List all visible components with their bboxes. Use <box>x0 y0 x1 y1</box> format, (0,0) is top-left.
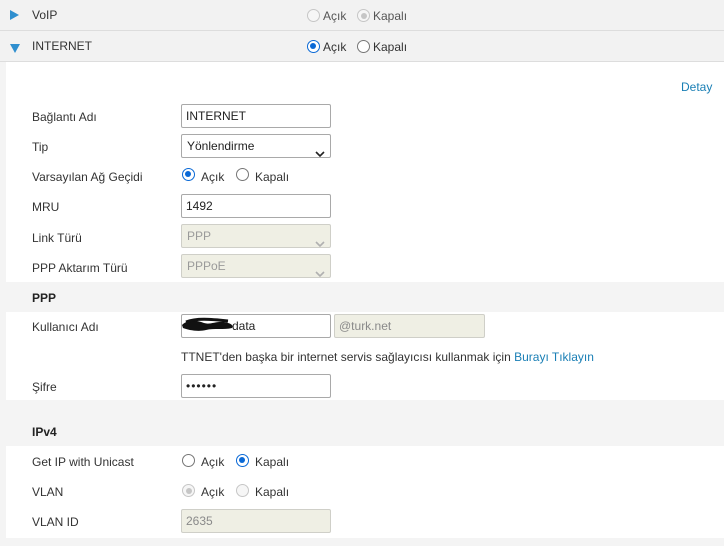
ppp-transport-label: PPP Aktarım Türü <box>32 261 128 275</box>
section-spacer <box>6 400 724 416</box>
domain-suffix-field: @turk.net <box>334 314 485 338</box>
redaction-scribble <box>182 317 233 331</box>
expand-triangle-icon[interactable] <box>10 9 19 23</box>
default-gateway-off-radio[interactable] <box>236 168 249 181</box>
voip-title: VoIP <box>32 8 58 22</box>
link-type-label: Link Türü <box>32 231 82 245</box>
vlan-on-radio <box>182 484 195 497</box>
isp-click-here-link[interactable]: Burayı Tıklayın <box>514 350 594 364</box>
voip-off-label: Kapalı <box>373 9 408 23</box>
mru-label: MRU <box>32 200 60 214</box>
internet-title: INTERNET <box>32 39 92 53</box>
unicast-off-radio[interactable] <box>236 454 249 467</box>
vlan-on-label: Açık <box>201 485 225 499</box>
unicast-on-radio[interactable] <box>182 454 195 467</box>
voip-off-radio <box>357 9 370 22</box>
password-input[interactable]: •••••• <box>181 374 331 398</box>
mru-input[interactable]: 1492 <box>181 194 331 218</box>
voip-on-label: Açık <box>323 9 347 23</box>
default-gateway-on-radio[interactable] <box>182 168 195 181</box>
ipv4-section-title: IPv4 <box>32 425 57 439</box>
internet-off-radio[interactable] <box>357 40 370 53</box>
unicast-on-label: Açık <box>201 455 225 469</box>
ipv4-section-band <box>6 416 724 446</box>
type-select[interactable]: Yönlendirme <box>181 134 331 158</box>
unicast-label: Get IP with Unicast <box>32 455 134 469</box>
collapse-triangle-icon[interactable] <box>10 42 20 56</box>
internet-section-header[interactable]: INTERNET Açık Kapalı <box>0 31 724 62</box>
bottom-band <box>6 538 724 546</box>
internet-off-label: Kapalı <box>373 40 408 54</box>
default-gateway-on-label: Açık <box>201 170 225 184</box>
ppp-transport-value: PPPoE <box>187 259 226 273</box>
connection-name-label: Bağlantı Adı <box>32 110 97 124</box>
vlan-id-label: VLAN ID <box>32 515 79 529</box>
vlan-off-label: Kapalı <box>255 485 290 499</box>
internet-on-label: Açık <box>323 40 347 54</box>
chevron-down-icon <box>315 143 325 165</box>
username-label: Kullanıcı Adı <box>32 320 99 334</box>
link-type-select: PPP <box>181 224 331 248</box>
ppp-section-band <box>6 282 724 312</box>
isp-note-text: TTNET'den başka bir internet servis sağl… <box>181 350 511 364</box>
ppp-transport-select: PPPoE <box>181 254 331 278</box>
vlan-id-input: 2635 <box>181 509 331 533</box>
internet-on-radio[interactable] <box>307 40 320 53</box>
link-type-value: PPP <box>187 229 212 243</box>
isp-note: TTNET'den başka bir internet servis sağl… <box>181 350 594 364</box>
type-label: Tip <box>32 140 49 154</box>
default-gateway-label: Varsayılan Ağ Geçidi <box>32 170 143 184</box>
detail-link[interactable]: Detay <box>681 80 712 94</box>
type-select-value: Yönlendirme <box>187 139 255 153</box>
vlan-off-radio <box>236 484 249 497</box>
ppp-section-title: PPP <box>32 291 57 305</box>
default-gateway-off-label: Kapalı <box>255 170 290 184</box>
chevron-down-icon <box>315 233 325 255</box>
password-label: Şifre <box>32 380 57 394</box>
vlan-label: VLAN <box>32 485 64 499</box>
unicast-off-label: Kapalı <box>255 455 290 469</box>
voip-on-radio <box>307 9 320 22</box>
voip-section-header[interactable]: VoIP Açık Kapalı <box>0 0 724 31</box>
connection-name-input[interactable]: INTERNET <box>181 104 331 128</box>
